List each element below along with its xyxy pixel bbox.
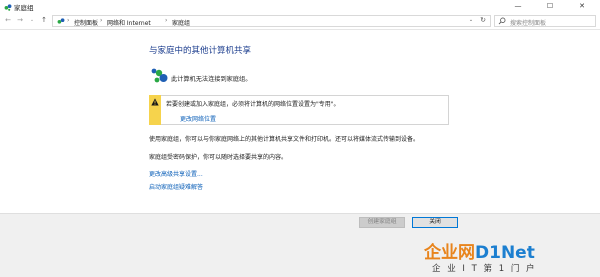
search-placeholder: 搜索控制面板 <box>510 20 547 27</box>
minimize-button[interactable]: — <box>505 0 531 13</box>
homegroup-large-icon <box>151 68 168 83</box>
window-title: 家庭组 <box>14 4 34 12</box>
breadcrumb-separator: › <box>100 17 103 24</box>
breadcrumb-network[interactable]: 网络和 Internet <box>107 18 151 27</box>
create-homegroup-button[interactable]: 创建家庭组 <box>359 217 405 228</box>
password-info-paragraph: 家庭组受密码保护，你可以随时选择要共享的内容。 <box>149 154 288 161</box>
homegroup-small-icon <box>57 18 65 24</box>
recent-chevron-icon[interactable]: ⌄ <box>27 15 37 26</box>
watermark-tagline: 企 业 I T 第 1 门 户 <box>432 264 537 274</box>
warning-icon <box>151 98 159 106</box>
homegroup-icon <box>4 4 12 11</box>
address-dropdown-icon[interactable]: ⌄ <box>466 15 476 26</box>
up-arrow-icon[interactable]: ↑ <box>39 15 49 26</box>
close-button[interactable]: 关闭 <box>412 217 458 228</box>
breadcrumb-control-panel[interactable]: 控制面板 <box>74 18 98 27</box>
breadcrumb-separator: › <box>67 17 70 24</box>
warning-message: 若要创建或加入家庭组，必须将计算机的网络位置设置为"专用"。 <box>166 101 340 108</box>
breadcrumb-separator: › <box>165 17 168 24</box>
close-window-button[interactable]: ✕ <box>569 0 595 13</box>
change-network-location-link[interactable]: 更改网络位置 <box>180 114 216 123</box>
watermark-logo-en: D1Net <box>475 243 535 263</box>
description-paragraph: 使用家庭组，你可以与你家庭网络上的其他计算机共享文件和打印机。还可以将媒体流式传… <box>149 136 420 143</box>
advanced-sharing-link[interactable]: 更改高级共享设置... <box>149 169 203 178</box>
connection-status-text: 此计算机无法连接到家庭组。 <box>171 76 252 83</box>
back-arrow-icon[interactable]: ← <box>3 15 13 26</box>
troubleshooter-link[interactable]: 启动家庭组疑难解答 <box>149 182 203 191</box>
forward-arrow-icon[interactable]: → <box>15 15 25 26</box>
refresh-icon[interactable]: ↻ <box>478 15 488 26</box>
watermark-logo-cn: 企业网 <box>424 243 475 263</box>
watermark-logo: 企业网D1Net <box>424 238 535 263</box>
maximize-button[interactable]: ☐ <box>537 0 563 13</box>
page-title: 与家庭中的其他计算机共享 <box>149 46 252 56</box>
search-icon <box>498 17 506 25</box>
breadcrumb-homegroup[interactable]: 家庭组 <box>172 18 190 27</box>
